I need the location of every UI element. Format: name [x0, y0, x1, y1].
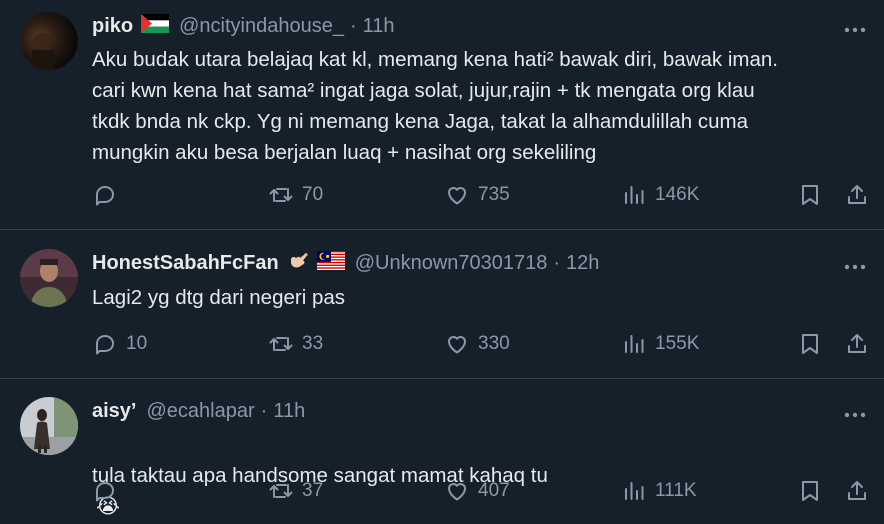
- retweet-count: 33: [302, 333, 324, 354]
- reply-icon: [92, 331, 118, 357]
- tweet-text: tula taktau apa handsome sangat mamat ka…: [92, 429, 872, 522]
- bookmark-button[interactable]: [797, 478, 823, 504]
- tweet-text: Lagi2 yg dtg dari negeri pas: [92, 286, 346, 309]
- bookmark-icon: [797, 331, 823, 357]
- share-button[interactable]: [844, 478, 870, 504]
- views-button[interactable]: 146K: [621, 182, 699, 208]
- share-button[interactable]: [844, 331, 870, 357]
- views-count: 146K: [655, 184, 700, 205]
- tweet[interactable]: piko @ncityindahouse_ · 11h Aku budak ut…: [0, 0, 884, 229]
- timestamp[interactable]: 11h: [363, 15, 395, 38]
- share-icon: [844, 182, 870, 208]
- share-button[interactable]: [844, 182, 870, 208]
- bookmark-button[interactable]: [797, 182, 823, 208]
- tweet-header: piko @ncityindahouse_ · 11h: [92, 11, 395, 41]
- display-name[interactable]: HonestSabahFcFan: [92, 252, 279, 275]
- heart-icon: [444, 478, 470, 504]
- like-count: 407: [478, 480, 510, 501]
- more-options-icon[interactable]: [844, 253, 866, 273]
- share-icon: [844, 331, 870, 357]
- share-icon: [844, 478, 870, 504]
- reply-icon: [92, 478, 118, 504]
- timeline-feed: piko @ncityindahouse_ · 11h Aku budak ut…: [0, 0, 884, 524]
- retweet-count: 37: [302, 480, 324, 501]
- separator-dot: ·: [349, 14, 357, 37]
- separator-dot: ·: [260, 399, 268, 422]
- reply-button[interactable]: 10: [92, 331, 147, 357]
- views-icon: [621, 182, 647, 208]
- retweet-icon: [268, 331, 294, 357]
- display-name[interactable]: aisy’: [92, 400, 136, 423]
- tweet-header: aisy’ @ecahlapar · 11h: [92, 396, 305, 426]
- tweet-header: HonestSabahFcFan @Unknown70301718 · 12h: [92, 248, 599, 278]
- tweet-text: Aku budak utara belajaq kat kl, memang k…: [92, 48, 778, 164]
- bookmark-button[interactable]: [797, 331, 823, 357]
- like-button[interactable]: 407: [444, 478, 510, 504]
- like-count: 330: [478, 333, 510, 354]
- heart-icon: [444, 182, 470, 208]
- views-count: 111K: [655, 480, 697, 501]
- retweet-icon: [268, 182, 294, 208]
- reply-button[interactable]: [92, 478, 126, 504]
- separator-dot: ·: [553, 251, 561, 274]
- views-count: 155K: [655, 333, 700, 354]
- like-button[interactable]: 735: [444, 182, 510, 208]
- tweet[interactable]: aisy’ @ecahlapar · 11h tula taktau apa h…: [0, 379, 884, 524]
- user-handle[interactable]: @ncityindahouse_: [179, 15, 344, 38]
- tweet[interactable]: HonestSabahFcFan @Unknown70301718 · 12h …: [0, 230, 884, 378]
- reply-icon: [92, 182, 118, 208]
- like-count: 735: [478, 184, 510, 205]
- avatar[interactable]: [20, 12, 78, 70]
- tweet-actions: 10 33 330 155K: [92, 331, 872, 361]
- retweet-button[interactable]: 70: [268, 182, 323, 208]
- tweet-actions: 37 407 111K: [92, 478, 872, 508]
- retweet-button[interactable]: 33: [268, 331, 323, 357]
- bookmark-icon: [797, 182, 823, 208]
- views-icon: [621, 478, 647, 504]
- palestine-flag-icon: [141, 13, 170, 39]
- reply-button[interactable]: [92, 182, 126, 208]
- bookmark-icon: [797, 478, 823, 504]
- reply-count: 10: [126, 333, 148, 354]
- retweet-button[interactable]: 37: [268, 478, 323, 504]
- user-handle[interactable]: @ecahlapar: [146, 400, 254, 423]
- views-button[interactable]: 111K: [621, 478, 697, 504]
- more-options-icon[interactable]: [844, 401, 866, 421]
- like-button[interactable]: 330: [444, 331, 510, 357]
- views-icon: [621, 331, 647, 357]
- malaysia-flag-icon: [316, 250, 345, 276]
- more-options-icon[interactable]: [844, 16, 866, 36]
- views-button[interactable]: 155K: [621, 331, 699, 357]
- retweet-count: 70: [302, 184, 324, 205]
- heart-icon: [444, 331, 470, 357]
- timestamp[interactable]: 11h: [273, 400, 305, 423]
- avatar[interactable]: [20, 397, 78, 455]
- call-me-hand-icon: [287, 248, 311, 278]
- timestamp[interactable]: 12h: [566, 252, 599, 275]
- display-name[interactable]: piko: [92, 15, 133, 38]
- tweet-actions: 70 735 146K: [92, 182, 872, 212]
- retweet-icon: [268, 478, 294, 504]
- user-handle[interactable]: @Unknown70301718: [355, 252, 548, 275]
- avatar[interactable]: [20, 249, 78, 307]
